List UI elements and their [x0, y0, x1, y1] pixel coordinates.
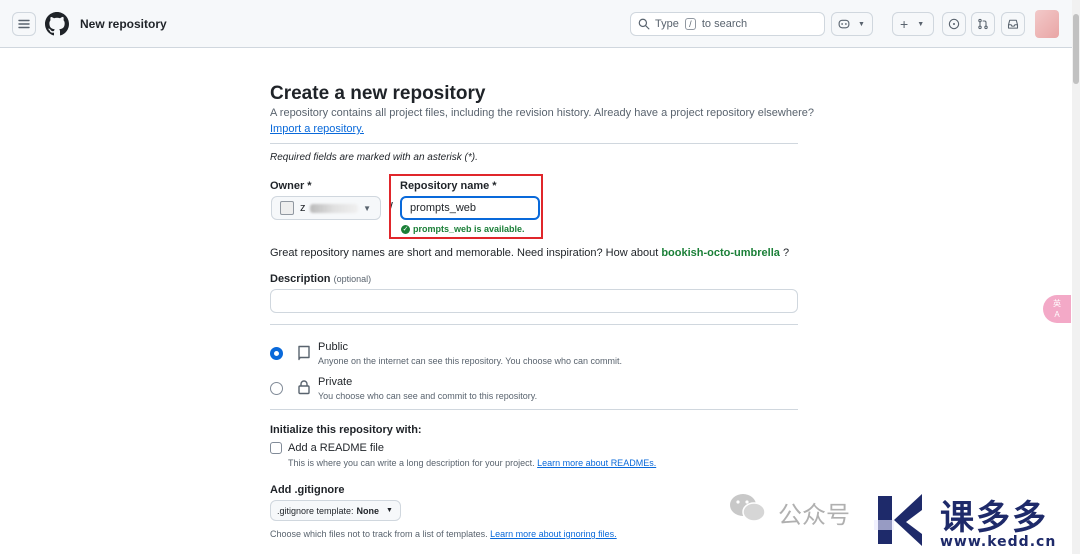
- learn-more-ignoring-files-link[interactable]: Learn more about ignoring files.: [490, 529, 617, 539]
- optional-tag: (optional): [333, 274, 372, 284]
- watermark-url: www.kedd.cn: [940, 534, 1057, 550]
- add-readme-label[interactable]: Add a README file: [288, 442, 384, 454]
- import-repository-link[interactable]: Import a repository.: [270, 123, 364, 135]
- chevron-down-icon: ▼: [386, 507, 393, 514]
- translate-extension-button[interactable]: 英 A: [1043, 295, 1071, 323]
- readme-sub-text: This is where you can write a long descr…: [288, 458, 535, 468]
- owner-avatar: [280, 201, 294, 215]
- initialize-label: Initialize this repository with:: [270, 424, 422, 436]
- repository-name-input[interactable]: [400, 196, 540, 220]
- owner-name-redacted: [309, 203, 358, 213]
- translate-line-2: A: [1054, 310, 1060, 319]
- check-circle-icon: ✓: [401, 224, 410, 234]
- issue-opened-icon: [948, 18, 960, 30]
- chevron-down-icon: ▼: [917, 20, 925, 28]
- gitignore-template-select[interactable]: .gitignore template: None ▼: [270, 500, 401, 521]
- description-label-text: Description: [270, 273, 331, 285]
- readme-description: This is where you can write a long descr…: [288, 458, 656, 468]
- inspiration-text: Great repository names are short and mem…: [270, 247, 659, 259]
- add-readme-checkbox[interactable]: [270, 442, 282, 454]
- search-icon: [638, 18, 650, 30]
- chevron-down-icon: ▼: [858, 20, 865, 28]
- availability-text: prompts_web is available.: [413, 224, 525, 234]
- gitignore-select-value: None: [356, 505, 380, 516]
- copilot-icon: [838, 19, 850, 29]
- search-placeholder-after: to search: [701, 18, 748, 30]
- chevron-down-icon: ▼: [363, 204, 371, 213]
- gitignore-sub-text: Choose which files not to track from a l…: [270, 529, 488, 539]
- top-header: New repository Type / to search ▼ + ▼: [0, 0, 1072, 48]
- search-shortcut-key: /: [684, 18, 696, 30]
- copilot-button[interactable]: ▼: [831, 12, 873, 36]
- scrollbar-thumb[interactable]: [1073, 14, 1079, 84]
- gitignore-label: Add .gitignore: [270, 484, 345, 496]
- page-context-title[interactable]: New repository: [80, 17, 167, 31]
- divider: [270, 324, 798, 325]
- inbox-button[interactable]: [1001, 12, 1025, 36]
- owner-label: Owner *: [270, 180, 312, 192]
- public-subtitle: Anyone on the internet can see this repo…: [318, 356, 623, 366]
- learn-more-readmes-link[interactable]: Learn more about READMEs.: [537, 458, 656, 468]
- name-inspiration-text: Great repository names are short and mem…: [270, 247, 789, 259]
- search-input[interactable]: Type / to search: [630, 12, 825, 36]
- divider: [270, 143, 798, 144]
- plus-icon: +: [900, 16, 909, 32]
- repo-icon: [298, 345, 310, 361]
- search-placeholder-before: Type: [655, 18, 679, 30]
- gitignore-select-prefix: .gitignore template:: [277, 505, 354, 516]
- private-radio[interactable]: [270, 382, 283, 395]
- page-scrollbar[interactable]: [1072, 0, 1080, 554]
- public-title[interactable]: Public: [318, 341, 348, 353]
- create-new-button[interactable]: + ▼: [892, 12, 934, 36]
- repository-name-label: Repository name *: [400, 180, 497, 192]
- required-fields-note: Required fields are marked with an aster…: [270, 152, 478, 163]
- lock-icon: [298, 380, 310, 395]
- hamburger-icon: [18, 19, 30, 29]
- description-input[interactable]: [270, 289, 798, 313]
- availability-message: ✓ prompts_web is available.: [401, 224, 525, 234]
- private-subtitle: You choose who can see and commit to thi…: [318, 391, 538, 401]
- page-title: Create a new repository: [270, 83, 486, 104]
- suggested-name-link[interactable]: bookish-octo-umbrella: [661, 247, 780, 259]
- github-logo-icon[interactable]: [45, 12, 69, 36]
- page-description: A repository contains all project files,…: [270, 107, 814, 119]
- wechat-icon: [730, 494, 766, 522]
- pull-requests-button[interactable]: [971, 12, 995, 36]
- user-avatar[interactable]: [1035, 10, 1059, 38]
- owner-select[interactable]: z ▼: [271, 196, 381, 220]
- watermark-brand: 课多多: [940, 498, 1048, 538]
- inbox-icon: [1007, 19, 1019, 29]
- issues-button[interactable]: [942, 12, 966, 36]
- public-radio[interactable]: [270, 347, 283, 360]
- translate-line-1: 英: [1053, 299, 1061, 308]
- watermark-gzh: 公众号: [778, 501, 850, 529]
- gitignore-description: Choose which files not to track from a l…: [270, 529, 617, 539]
- private-title[interactable]: Private: [318, 376, 352, 388]
- divider: [270, 409, 798, 410]
- menu-button[interactable]: [12, 12, 36, 36]
- description-label: Description (optional): [270, 273, 371, 285]
- inspiration-suffix: ?: [782, 247, 790, 259]
- owner-name: z: [300, 202, 306, 214]
- watermark-logo-icon: [874, 494, 922, 546]
- git-pull-request-icon: [978, 18, 988, 30]
